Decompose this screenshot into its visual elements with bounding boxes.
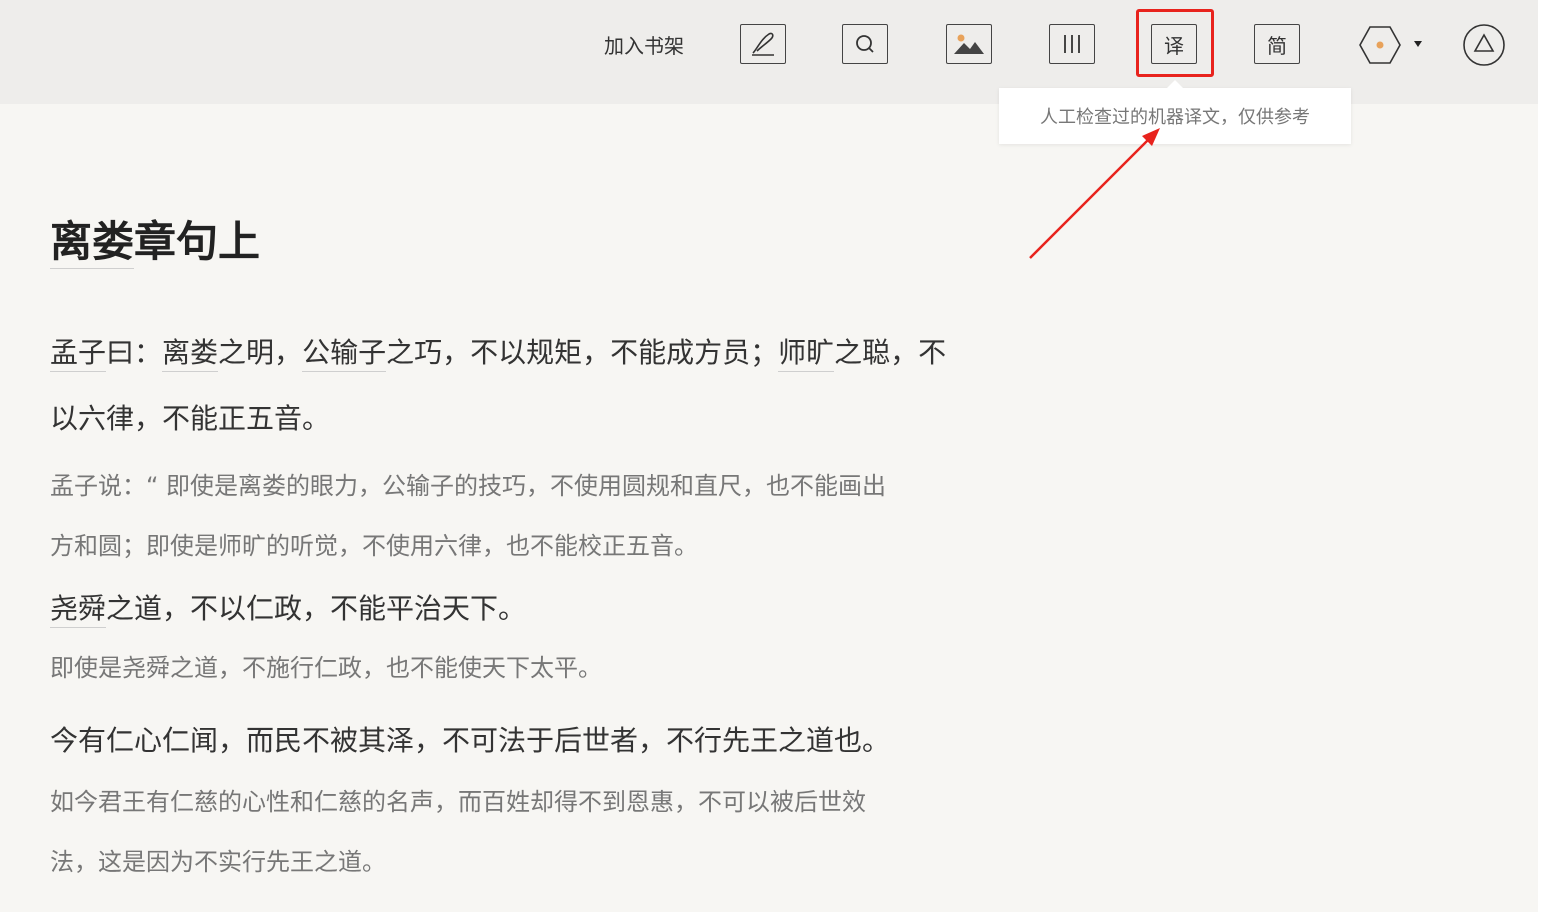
upload-button[interactable] [1461,22,1507,68]
paragraph-3-translation: 如今君王有仁慈的心性和仁慈的名声，而百姓却得不到恩惠，不可以被后世效 法，这是因… [50,788,866,876]
note-button[interactable] [740,24,786,64]
theme-icon [1359,26,1422,64]
paragraph-1-original-line2: 以六律，不能正五音。 [50,402,331,435]
translate-tooltip: 人工检查过的机器译文，仅供参考 [999,80,1351,144]
chapter-title: 离娄章句上 [50,210,1030,274]
annotated-term[interactable]: 师旷 [778,336,835,372]
chevron-down-icon [1414,41,1422,47]
title-rest: 章句上 [134,217,261,266]
title-annotated-term[interactable]: 离娄 [50,217,135,269]
paragraph-2-translation: 即使是尧舜之道，不施行仁政，也不能使天下太平。 [50,654,602,682]
paragraph-2-original: 尧舜之道，不以仁政，不能平治天下。 [50,576,526,642]
annotated-term[interactable]: 孟子 [50,336,107,372]
paragraph-3-original: 今有仁心仁闻，而民不被其泽，不可法于后世者，不行先王之道也。 [50,724,891,757]
paragraph-1-translation: 孟子说：“ 即使是离娄的眼力，公输子的技巧，不使用圆规和直尺，也不能画出 方和圆… [50,472,887,560]
upload-icon [1463,24,1505,66]
image-icon [954,34,984,54]
search-button[interactable] [842,24,888,64]
theme-dropdown[interactable] [1356,24,1432,66]
translate-highlight-box [1136,9,1214,77]
columns-button[interactable] [1049,24,1095,64]
image-button[interactable] [946,24,992,64]
note-icon [752,32,774,56]
annotated-term[interactable]: 离娄 [162,336,219,372]
search-icon [856,35,874,53]
paragraph-1-original: 孟子曰：离娄之明，公输子之巧，不以规矩，不能成方员；师旷之聪，不 以六律，不能正… [50,320,946,452]
annotated-term[interactable]: 尧舜 [50,592,107,628]
add-to-shelf-button[interactable]: 加入书架 [604,30,684,59]
columns-icon [1064,35,1080,53]
simplified-button[interactable]: 简 [1254,24,1300,64]
annotated-term[interactable]: 公输子 [302,336,387,372]
simplified-icon: 简 [1267,33,1287,58]
article: 离娄章句上 孟子曰：离娄之明，公输子之巧，不以规矩，不能成方员；师旷之聪，不 以… [50,210,1030,876]
